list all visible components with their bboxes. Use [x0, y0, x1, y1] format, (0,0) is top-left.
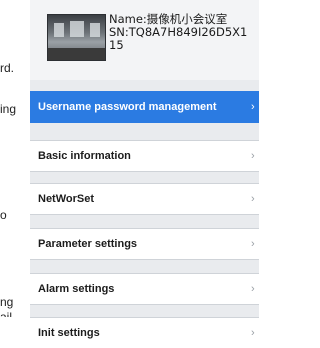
doc-text-fragment: o	[0, 209, 7, 222]
device-info: Name:摄像机小会议室 SN:TQ8A7H849I26D5X1 15	[109, 13, 259, 52]
settings-panel: Name:摄像机小会议室 SN:TQ8A7H849I26D5X1 15 User…	[30, 0, 259, 348]
menu-item-label: Username password management	[38, 101, 217, 113]
menu-item-label: Parameter settings	[38, 238, 138, 250]
menu-item-label: NetWorSet	[38, 193, 95, 205]
device-sn-continued: 15	[109, 38, 124, 52]
device-sn: SN:TQ8A7H849I26D5X1	[109, 25, 248, 39]
menu-item-init-settings[interactable]: Init settings ›	[30, 317, 259, 348]
device-thumbnail	[47, 14, 106, 61]
menu-item-username-password-management[interactable]: Username password management ›	[30, 91, 259, 123]
menu-item-label: Init settings	[38, 327, 100, 339]
menu-item-label: Alarm settings	[38, 283, 115, 295]
menu-item-label: Basic information	[38, 150, 131, 162]
chevron-right-icon: ›	[251, 283, 255, 295]
doc-text-fragment: rd.	[0, 62, 15, 75]
page: rd. ing o ng ail Name:摄像机小会议室 SN:TQ8A7H8…	[0, 0, 259, 348]
doc-text-fragment: ail	[0, 311, 30, 317]
device-header: Name:摄像机小会议室 SN:TQ8A7H849I26D5X1 15	[30, 0, 259, 80]
chevron-right-icon: ›	[251, 101, 255, 113]
chevron-right-icon: ›	[251, 193, 255, 205]
chevron-right-icon: ›	[251, 238, 255, 250]
menu-item-parameter-settings[interactable]: Parameter settings ›	[30, 228, 259, 260]
doc-text-fragment: ng	[0, 296, 14, 309]
menu-item-alarm-settings[interactable]: Alarm settings ›	[30, 273, 259, 305]
chevron-right-icon: ›	[251, 327, 255, 339]
chevron-right-icon: ›	[251, 150, 255, 162]
doc-text-fragment: ing	[0, 103, 17, 116]
menu-item-basic-information[interactable]: Basic information ›	[30, 140, 259, 172]
menu-item-networset[interactable]: NetWorSet ›	[30, 183, 259, 215]
